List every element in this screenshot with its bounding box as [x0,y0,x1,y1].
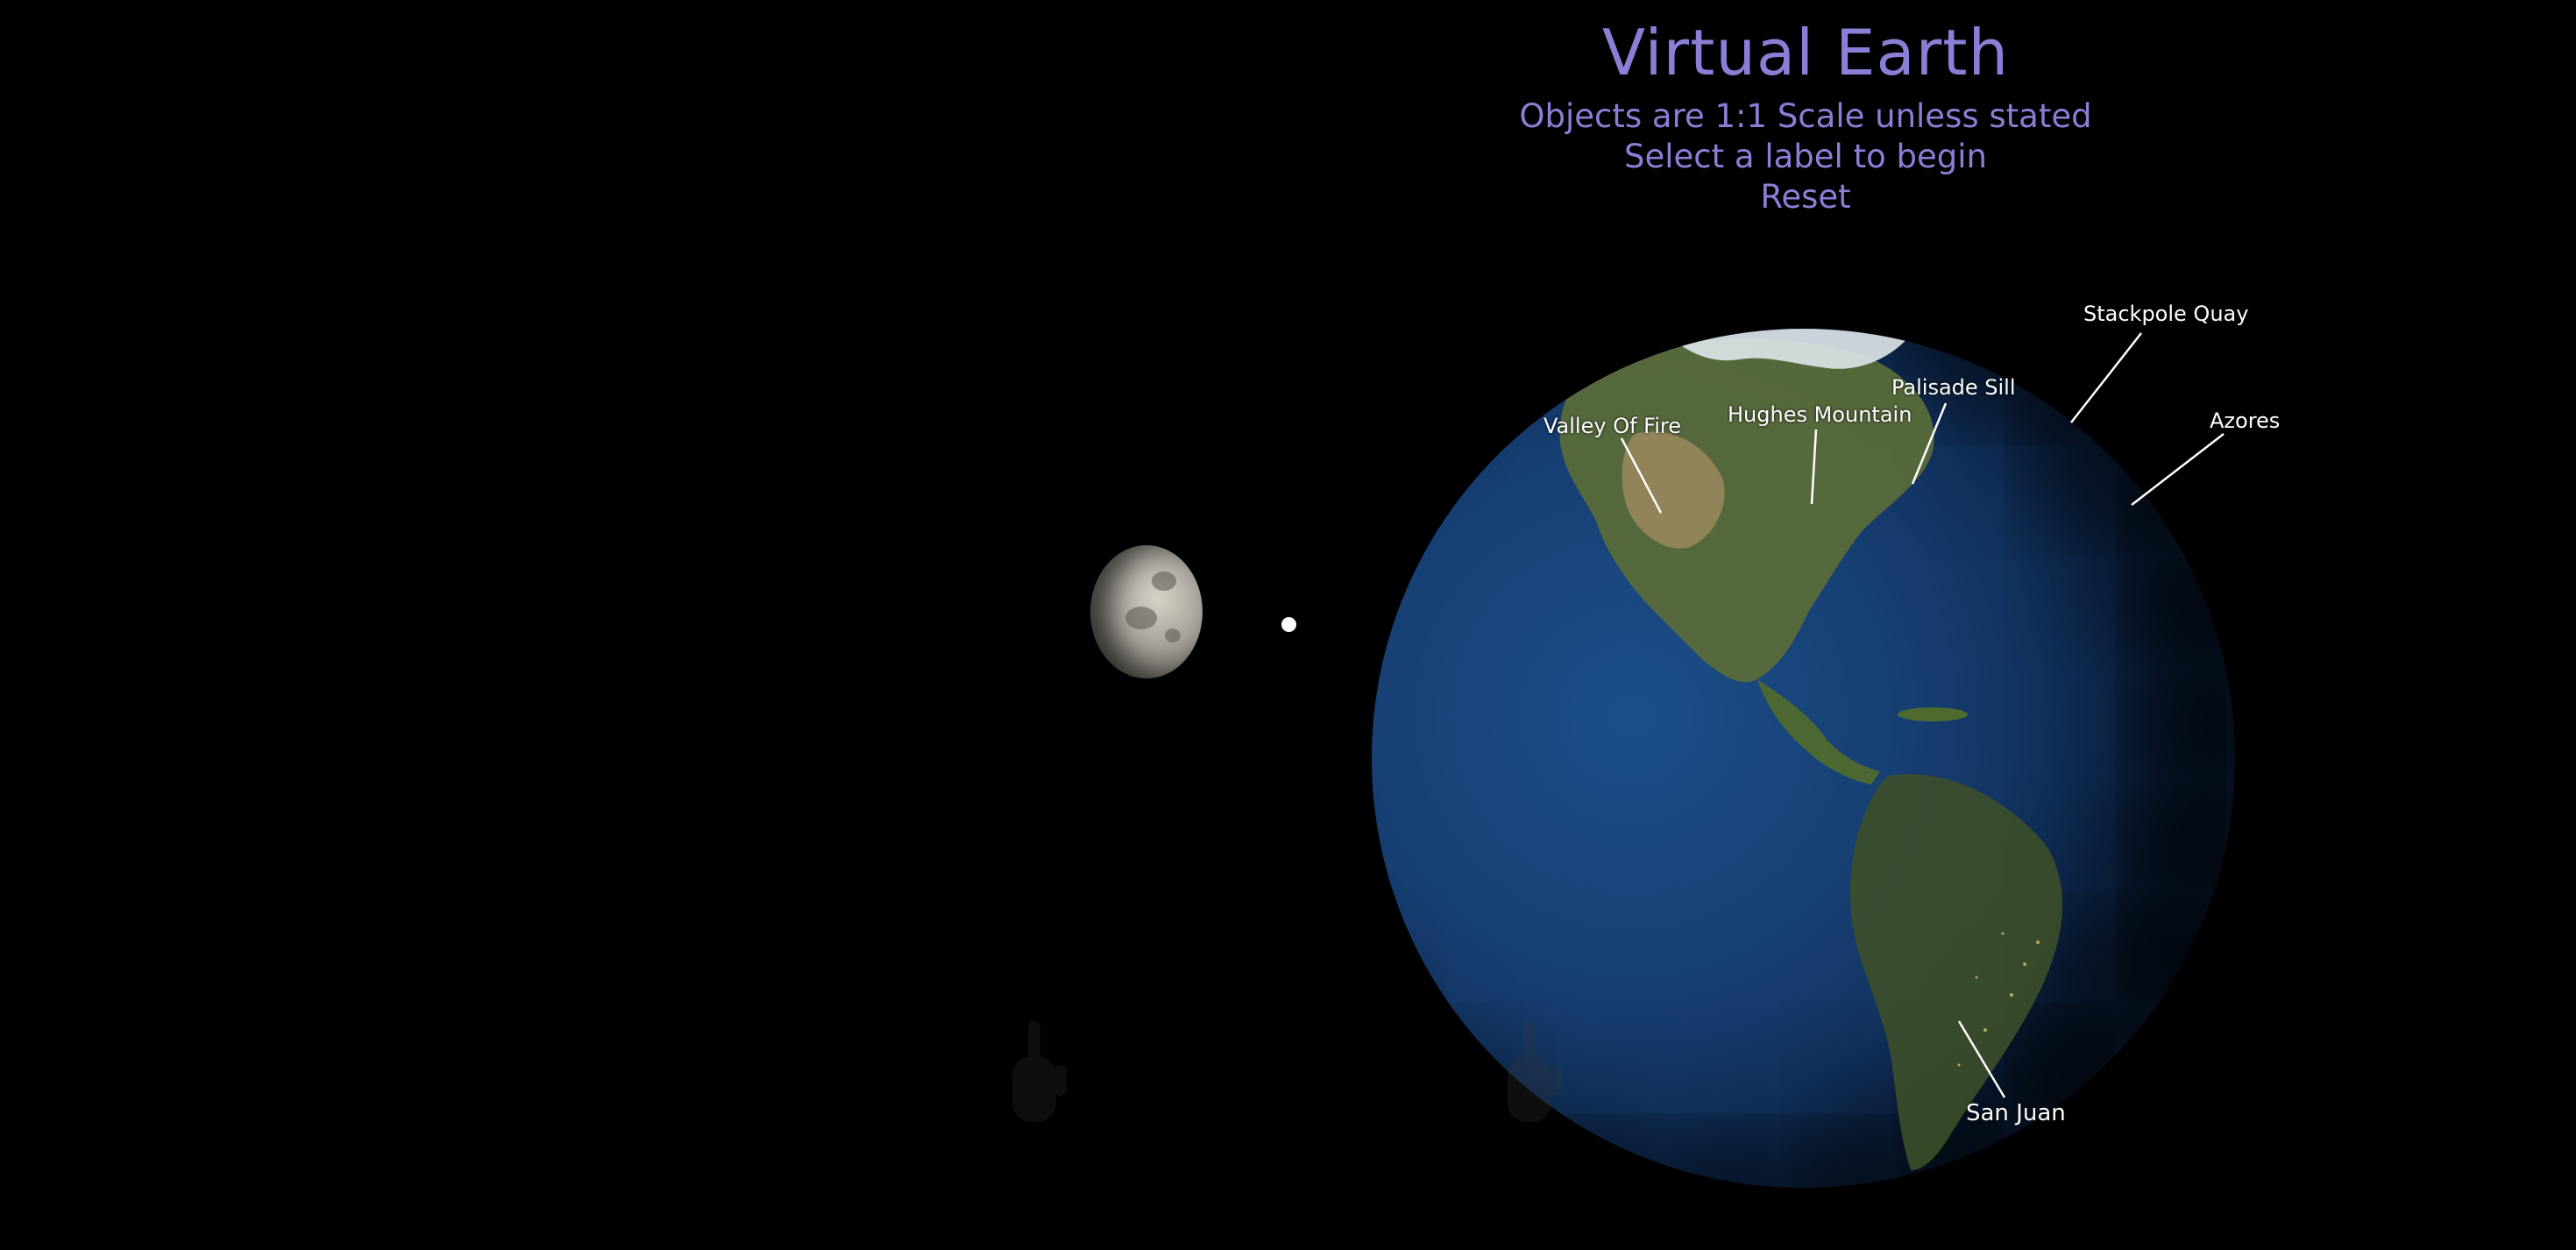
scene-stage[interactable]: Virtual Earth Objects are 1:1 Scale unle… [0,0,2576,1250]
label-palisade-sill[interactable]: Palisade Sill [1891,375,2016,400]
label-azores[interactable]: Azores [2210,408,2280,433]
leader-palisade-sill [1911,402,1948,485]
leader-hughes-mountain [1810,429,1818,505]
leader-azores [2131,433,2225,506]
label-valley-of-fire[interactable]: Valley Of Fire [1543,414,1681,438]
label-hughes-mountain[interactable]: Hughes Mountain [1728,402,1912,427]
leader-san-juan [1957,1020,2006,1098]
label-san-juan[interactable]: San Juan [1966,1101,2066,1126]
leader-valley-of-fire [1620,437,1663,514]
hand-pointer-icon [1012,1021,1067,1122]
hand-pointer-icon [1508,1021,1562,1122]
leader-stackpole-quay [2070,332,2142,423]
label-stackpole-quay[interactable]: Stackpole Quay [2083,302,2248,326]
label-leader-lines [1620,332,2225,1098]
